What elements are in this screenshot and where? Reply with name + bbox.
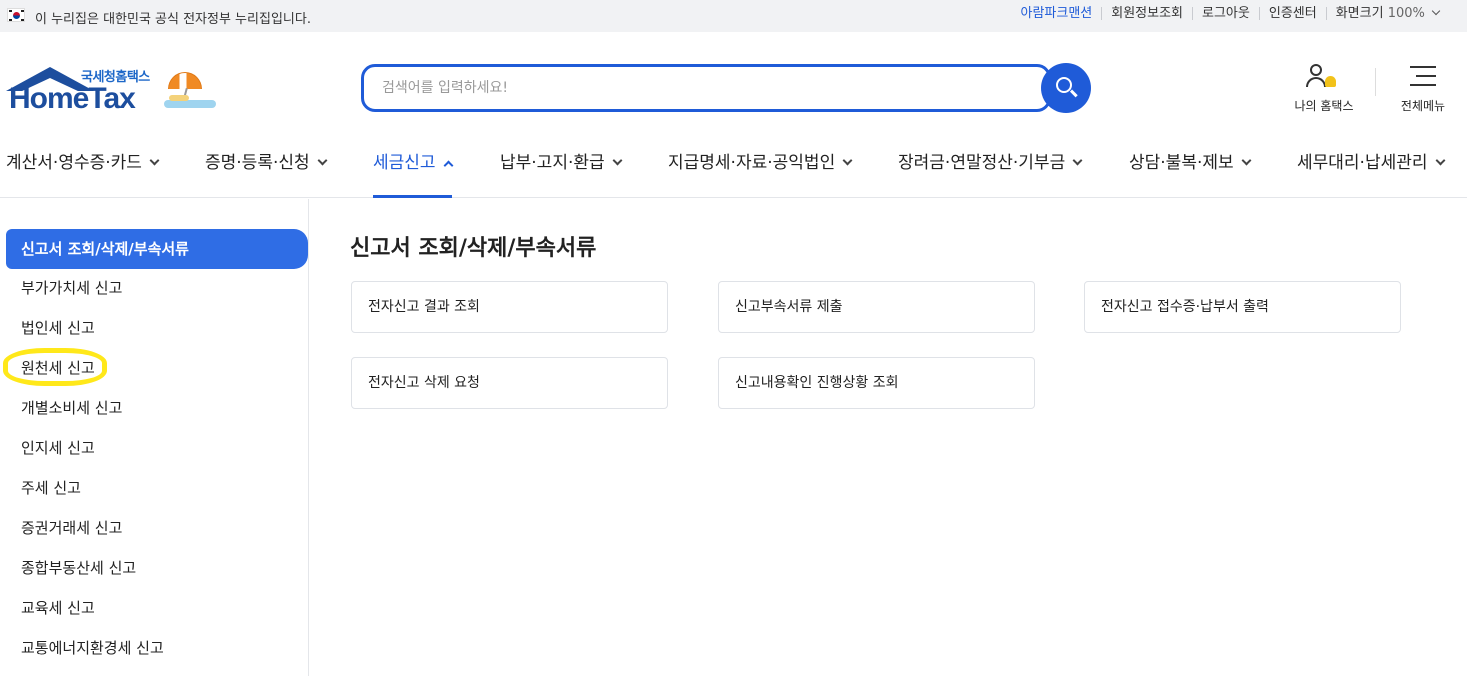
search-input[interactable]	[382, 77, 1022, 99]
nav-tax-agent[interactable]: 세무대리·납세관리	[1297, 148, 1445, 198]
gov-banner: 이 누리집은 대한민국 공식 전자정부 누리집입니다. 아람파크맨션 회원정보조…	[0, 0, 1467, 32]
card-review-status[interactable]: 신고내용확인 진행상황 조회	[718, 357, 1035, 409]
nav-label: 세금신고	[373, 153, 436, 173]
nav-consult-appeal[interactable]: 상담·불복·제보	[1129, 148, 1252, 198]
highlight-annotation	[3, 348, 107, 386]
screen-size-control[interactable]: 화면크기 100%	[1327, 6, 1443, 21]
nav-certificate-registration[interactable]: 증명·등록·신청	[205, 148, 328, 198]
sidebar-item-liquor-tax[interactable]: 주세 신고	[6, 468, 308, 508]
sidebar-item-return-inquiry[interactable]: 신고서 조회/삭제/부속서류	[6, 229, 308, 269]
search-box	[361, 64, 1051, 112]
my-hometax-label: 나의 홈택스	[1294, 99, 1354, 113]
gov-banner-text: 이 누리집은 대한민국 공식 전자정부 누리집입니다.	[35, 12, 311, 27]
nav-payment-notice-refund[interactable]: 납부·고지·환급	[500, 148, 623, 198]
card-attachment-submit[interactable]: 신고부속서류 제출	[718, 281, 1035, 333]
sidebar-item-education-tax[interactable]: 교육세 신고	[6, 588, 308, 628]
nav-tax-filing[interactable]: 세금신고	[373, 148, 454, 198]
korea-flag-icon	[7, 8, 25, 22]
all-menu-label: 전체메뉴	[1400, 99, 1446, 113]
sidebar-item-excise-tax[interactable]: 개별소비세 신고	[6, 388, 308, 428]
chevron-down-icon	[1431, 6, 1441, 16]
card-delete-request[interactable]: 전자신고 삭제 요청	[351, 357, 668, 409]
all-menu-button[interactable]: 전체메뉴	[1390, 62, 1460, 116]
sidebar-item-energy-tax[interactable]: 교통에너지환경세 신고	[6, 628, 308, 668]
screen-size-label: 화면크기	[1335, 6, 1384, 21]
nav-label: 상담·불복·제보	[1129, 153, 1234, 173]
utility-links: 아람파크맨션 회원정보조회 로그아웃 인증센터 화면크기 100%	[1011, 6, 1443, 21]
user-name-link[interactable]: 아람파크맨션	[1011, 7, 1103, 20]
nav-label: 계산서·영수증·카드	[6, 153, 142, 173]
main-nav: 계산서·영수증·카드 증명·등록·신청 세금신고 납부·고지·환급 지급명세·자…	[0, 138, 1467, 198]
member-info-link[interactable]: 회원정보조회	[1102, 7, 1194, 20]
cert-center-link[interactable]: 인증센터	[1260, 7, 1327, 20]
nav-incentive-yearend[interactable]: 장려금·연말정산·기부금	[898, 148, 1083, 198]
sidebar: 신고서 조회/삭제/부속서류 부가가치세 신고 법인세 신고 원천세 신고 개별…	[0, 199, 309, 676]
chevron-down-icon	[1241, 155, 1252, 166]
nav-label: 납부·고지·환급	[500, 153, 605, 173]
hamburger-icon	[1410, 66, 1436, 68]
nav-invoice-receipt-card[interactable]: 계산서·영수증·카드	[6, 148, 160, 198]
sidebar-item-vat[interactable]: 부가가치세 신고	[6, 268, 308, 308]
sidebar-item-corporate-tax[interactable]: 법인세 신고	[6, 308, 308, 348]
zoom-level: 100%	[1387, 6, 1425, 21]
search-button[interactable]	[1041, 63, 1091, 113]
nav-label: 장려금·연말정산·기부금	[898, 153, 1066, 173]
nav-label: 지급명세·자료·공익법인	[668, 153, 836, 173]
logout-link[interactable]: 로그아웃	[1193, 7, 1260, 20]
chevron-down-icon	[842, 155, 853, 166]
nav-payment-statement[interactable]: 지급명세·자료·공익법인	[668, 148, 853, 198]
chevron-down-icon	[149, 155, 160, 166]
person-icon	[1310, 64, 1322, 76]
nav-label: 증명·등록·신청	[205, 153, 310, 173]
sidebar-item-property-tax[interactable]: 종합부동산세 신고	[6, 548, 308, 588]
sidebar-item-securities-tax[interactable]: 증권거래세 신고	[6, 508, 308, 548]
card-efiling-result[interactable]: 전자신고 결과 조회	[351, 281, 668, 333]
beach-umbrella-icon	[168, 72, 202, 89]
header-divider	[1375, 68, 1376, 96]
chevron-down-icon	[1435, 155, 1445, 166]
bell-icon	[1325, 76, 1336, 87]
card-receipt-print[interactable]: 전자신고 접수증·납부서 출력	[1084, 281, 1401, 333]
chevron-down-icon	[317, 155, 328, 166]
page-title: 신고서 조회/삭제/부속서류	[350, 236, 597, 261]
sidebar-item-stamp-tax[interactable]: 인지세 신고	[6, 428, 308, 468]
chevron-down-icon	[612, 155, 623, 166]
chevron-up-icon	[443, 160, 454, 171]
logo-main-text: HomeTax	[9, 82, 136, 115]
hometax-logo[interactable]: 국세청홈택스 HomeTax	[6, 62, 221, 122]
my-hometax-button[interactable]: 나의 홈택스	[1286, 62, 1362, 116]
chevron-down-icon	[1072, 155, 1083, 166]
nav-label: 세무대리·납세관리	[1297, 153, 1428, 173]
